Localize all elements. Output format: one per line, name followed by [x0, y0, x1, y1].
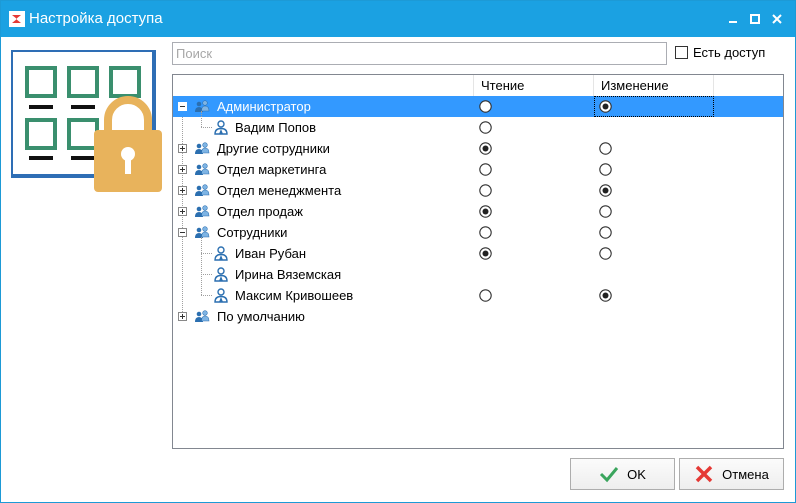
has-access-checkbox[interactable]: Есть доступ	[675, 45, 765, 60]
tree-row-label: Ирина Вяземская	[235, 267, 342, 282]
cancel-label: Отмена	[722, 466, 769, 482]
tree-row-group[interactable]: Отдел продаж	[173, 201, 783, 222]
tree-row-label: Другие сотрудники	[217, 141, 330, 156]
tree-row-user[interactable]: Иван Рубан	[173, 243, 783, 264]
expand-plus-icon[interactable]	[178, 144, 187, 153]
tree-row-label: Отдел менеджмента	[217, 183, 342, 198]
column-header-read[interactable]: Чтение	[474, 75, 594, 96]
user-group-icon	[195, 310, 210, 322]
tree-row-label: Сотрудники	[217, 225, 288, 240]
user-icon	[214, 267, 228, 282]
read-radio[interactable]	[479, 100, 492, 113]
cross-icon	[695, 465, 713, 483]
tree-row-user[interactable]: Максим Кривошеев	[173, 285, 783, 306]
access-settings-logo-icon	[11, 50, 162, 192]
tree-row-label: Максим Кривошеев	[235, 288, 354, 303]
checkmark-icon	[600, 467, 619, 483]
window-title: Настройка доступа	[29, 10, 163, 27]
tree-child-line	[201, 111, 202, 127]
app-logo-icon	[9, 11, 25, 27]
title-bar[interactable]: Настройка доступа	[1, 1, 795, 37]
expand-plus-icon[interactable]	[178, 165, 187, 174]
tree-row-group[interactable]: По умолчанию	[173, 306, 783, 327]
minimize-icon	[729, 21, 737, 23]
user-icon	[214, 288, 228, 303]
expand-plus-icon[interactable]	[178, 312, 187, 321]
tree-row-group[interactable]: Отдел менеджмента	[173, 180, 783, 201]
read-radio[interactable]	[479, 226, 492, 239]
write-radio[interactable]	[599, 142, 612, 155]
write-radio[interactable]	[599, 289, 612, 302]
tree-child-line	[201, 237, 202, 295]
tree-row-group[interactable]: Другие сотрудники	[173, 138, 783, 159]
read-radio[interactable]	[479, 184, 492, 197]
has-access-label: Есть доступ	[693, 45, 766, 60]
read-radio[interactable]	[479, 289, 492, 302]
write-radio[interactable]	[599, 205, 612, 218]
cancel-button[interactable]: Отмена	[679, 458, 784, 490]
user-icon	[214, 120, 228, 135]
close-icon	[772, 14, 782, 24]
user-group-icon	[195, 184, 210, 196]
user-group-icon	[195, 205, 210, 217]
ok-button[interactable]: OK	[570, 458, 675, 490]
collapse-minus-icon[interactable]	[178, 102, 187, 111]
close-button[interactable]	[766, 8, 788, 30]
access-tree-grid[interactable]: Чтение Изменение Администратор Вадим Попо…	[172, 74, 784, 449]
user-group-icon	[195, 100, 210, 112]
tree-row-label: Администратор	[217, 99, 311, 114]
grid-header: Чтение Изменение	[173, 75, 783, 96]
ok-label: OK	[627, 466, 646, 482]
write-radio[interactable]	[599, 163, 612, 176]
write-radio[interactable]	[599, 247, 612, 260]
tree-row-group[interactable]: Сотрудники	[173, 222, 783, 243]
focused-cell	[594, 96, 714, 117]
read-radio[interactable]	[479, 205, 492, 218]
write-radio[interactable]	[599, 100, 612, 113]
tree-row-label: По умолчанию	[217, 309, 305, 324]
user-icon	[214, 246, 228, 261]
column-header-write[interactable]: Изменение	[594, 75, 714, 96]
search-input[interactable]	[172, 42, 667, 65]
read-radio[interactable]	[479, 163, 492, 176]
tree-row-user[interactable]: Ирина Вяземская	[173, 264, 783, 285]
tree-row-group[interactable]: Отдел маркетинга	[173, 159, 783, 180]
tree-row-label: Вадим Попов	[235, 120, 317, 135]
tree-row-label: Отдел продаж	[217, 204, 303, 219]
column-header-name[interactable]	[173, 75, 474, 96]
tree-row-user[interactable]: Вадим Попов	[173, 117, 783, 138]
read-radio[interactable]	[479, 247, 492, 260]
read-radio[interactable]	[479, 121, 492, 134]
collapse-minus-icon[interactable]	[178, 228, 187, 237]
tree-row-label: Иван Рубан	[235, 246, 306, 261]
tree-row-label: Отдел маркетинга	[217, 162, 327, 177]
checkbox-box[interactable]	[675, 46, 688, 59]
write-radio[interactable]	[599, 184, 612, 197]
expand-plus-icon[interactable]	[178, 207, 187, 216]
user-group-icon	[195, 142, 210, 154]
tree-row-group[interactable]: Администратор	[173, 96, 783, 117]
read-radio[interactable]	[479, 142, 492, 155]
maximize-button[interactable]	[744, 8, 766, 30]
expand-plus-icon[interactable]	[178, 186, 187, 195]
maximize-icon	[750, 14, 760, 24]
user-group-icon	[195, 163, 210, 175]
write-radio[interactable]	[599, 226, 612, 239]
user-group-icon	[195, 226, 210, 238]
dialog-window: Настройка доступа Есть доступ	[0, 0, 796, 503]
minimize-button[interactable]	[722, 8, 744, 30]
